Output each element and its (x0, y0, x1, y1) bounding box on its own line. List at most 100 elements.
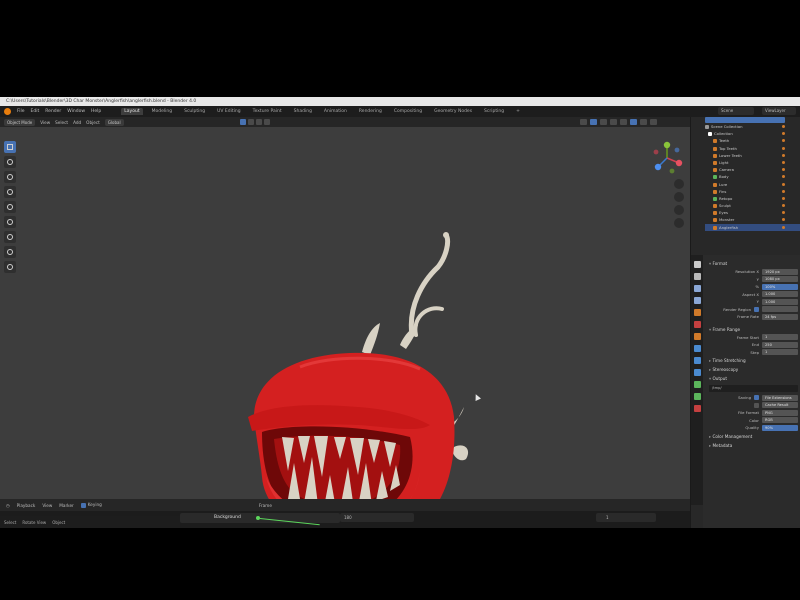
rendered-shading-icon[interactable] (650, 119, 657, 125)
physics-tab-icon[interactable] (693, 369, 701, 376)
anglerfish-monster-model[interactable] (240, 227, 490, 528)
property-value-field[interactable]: 90% (762, 424, 798, 431)
gizmo-y-icon[interactable] (663, 141, 671, 149)
current-frame-field[interactable]: 1 (596, 513, 656, 522)
visibility-eye-icon[interactable] (782, 160, 785, 164)
format-panel-header[interactable]: Format (709, 259, 798, 268)
property-value-field[interactable]: 1 (762, 349, 798, 356)
outliner-row[interactable]: Camera (705, 166, 800, 173)
menu-file[interactable]: File (17, 109, 25, 114)
visibility-eye-icon[interactable] (782, 189, 785, 193)
add-cube-tool[interactable] (4, 261, 16, 273)
perspective-toggle-icon[interactable] (674, 218, 684, 228)
rotate-tool[interactable] (4, 186, 16, 198)
modifier-tab-icon[interactable] (693, 345, 701, 352)
tab-sculpting[interactable]: Sculpting (181, 108, 208, 115)
visibility-eye-icon[interactable] (782, 132, 785, 136)
tab-animation[interactable]: Animation (321, 108, 350, 115)
overlay-icon[interactable] (600, 119, 607, 125)
tab-uv-editing[interactable]: UV Editing (214, 108, 243, 115)
outliner-row[interactable]: Monster (705, 216, 800, 223)
gizmo-z-icon[interactable] (654, 163, 662, 171)
visibility-eye-icon[interactable] (782, 182, 785, 186)
menu-render[interactable]: Render (45, 109, 61, 114)
visibility-eye-icon[interactable] (782, 139, 785, 143)
camera-view-icon[interactable] (674, 205, 684, 215)
cursor-tool[interactable] (4, 156, 16, 168)
zoom-icon[interactable] (674, 179, 684, 189)
property-value-field[interactable] (762, 306, 798, 313)
proportional-icon[interactable] (248, 119, 254, 125)
menu-edit[interactable]: Edit (31, 109, 40, 114)
property-value-field[interactable]: 100% (762, 283, 798, 290)
pan-hand-icon[interactable] (674, 192, 684, 202)
visibility-icon[interactable] (580, 119, 587, 125)
property-checkbox[interactable] (754, 395, 759, 401)
object-tab-icon[interactable] (693, 333, 701, 340)
view-layer-tab-icon[interactable] (693, 297, 701, 304)
menu-window[interactable]: Window (67, 109, 85, 114)
menu-help[interactable]: Help (91, 109, 101, 114)
property-value-field[interactable]: RGB (762, 417, 798, 424)
outliner-row[interactable]: Light (705, 159, 800, 166)
render-tab-icon[interactable] (693, 273, 701, 280)
outliner-row[interactable]: Eyes (705, 209, 800, 216)
visibility-eye-icon[interactable] (782, 204, 785, 208)
tab-layout[interactable]: Layout (121, 108, 143, 115)
select-box-tool[interactable] (4, 141, 16, 153)
outliner-row[interactable]: Anglerfish (705, 223, 800, 231)
tab-scripting[interactable]: Scripting (481, 108, 507, 115)
falloff-icon[interactable] (264, 119, 270, 125)
visibility-eye-icon[interactable] (782, 225, 785, 229)
tab-modeling[interactable]: Modeling (149, 108, 175, 115)
gizmo-x-icon[interactable] (675, 159, 683, 167)
frame-range-field[interactable]: 180 (340, 513, 414, 522)
metadata-header[interactable]: Metadata (709, 441, 798, 450)
menu-select[interactable]: Select (55, 120, 68, 125)
menu-timeline-view[interactable]: View (42, 503, 52, 508)
move-tool[interactable] (4, 171, 16, 183)
scene-selector[interactable]: Scene (718, 107, 754, 115)
pivot-icon[interactable] (256, 119, 262, 125)
outliner-row[interactable]: Sculpt (705, 202, 800, 209)
scale-tool[interactable] (4, 201, 16, 213)
property-value-field[interactable]: Cache Result (762, 402, 798, 409)
transform-orientation[interactable]: Global (104, 118, 124, 126)
visibility-eye-icon[interactable] (782, 125, 785, 128)
outliner-row[interactable]: Top Teeth (705, 145, 800, 152)
outliner-row[interactable]: Fins (705, 188, 800, 195)
material-tab-icon[interactable] (693, 405, 701, 412)
keying-menu[interactable]: Keying (80, 502, 102, 508)
transform-tool[interactable] (4, 216, 16, 228)
navigation-gizmo[interactable] (650, 141, 684, 175)
blender-logo-icon[interactable] (4, 108, 11, 115)
property-value-field[interactable]: File Extensions (762, 394, 798, 401)
measure-tool[interactable] (4, 246, 16, 258)
property-value-field[interactable]: 1920 px (762, 268, 798, 275)
outliner-row[interactable]: Lower Teeth (705, 152, 800, 159)
visibility-eye-icon[interactable] (782, 153, 785, 157)
visibility-eye-icon[interactable] (782, 175, 785, 179)
visibility-eye-icon[interactable] (782, 218, 785, 222)
menu-marker[interactable]: Marker (59, 503, 73, 508)
property-value-field[interactable]: 1 (762, 334, 798, 341)
tab-geometry-nodes[interactable]: Geometry Nodes (431, 108, 475, 115)
output-path-field[interactable]: /tmp/ (709, 385, 798, 392)
mode-selector[interactable]: Object Mode (4, 118, 36, 126)
tab-add-workspace[interactable]: + (513, 108, 523, 115)
scene-tab-icon[interactable] (693, 309, 701, 316)
tab-compositing[interactable]: Compositing (391, 108, 425, 115)
view-layer-selector[interactable]: ViewLayer (762, 107, 796, 115)
property-value-field[interactable]: 1.000 (762, 298, 798, 305)
timeline-editor-icon[interactable]: ◷ (6, 503, 10, 508)
3d-viewport[interactable] (0, 127, 690, 528)
keying-checkbox[interactable] (80, 502, 86, 508)
snap-icon[interactable] (240, 119, 246, 125)
property-checkbox[interactable] (754, 306, 759, 312)
tab-rendering[interactable]: Rendering (356, 108, 385, 115)
visibility-eye-icon[interactable] (782, 168, 785, 172)
outliner-row[interactable]: Lure (705, 181, 800, 188)
output-panel-header[interactable]: Output (709, 374, 798, 383)
menu-playback[interactable]: Playback (17, 503, 36, 508)
world-tab-icon[interactable] (693, 321, 701, 328)
